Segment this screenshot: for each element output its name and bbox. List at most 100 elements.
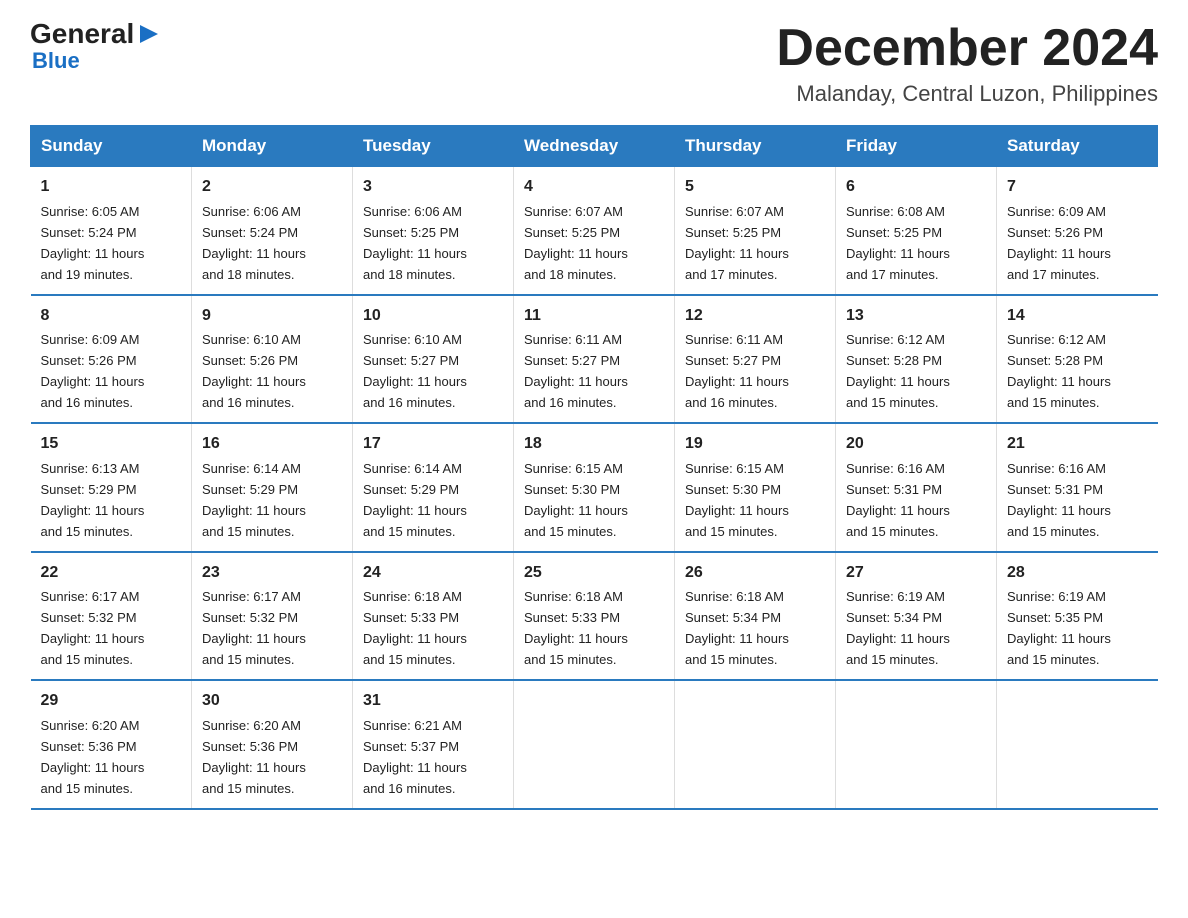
- day-sunrise: Sunrise: 6:20 AM: [202, 718, 301, 733]
- table-row: 2 Sunrise: 6:06 AM Sunset: 5:24 PM Dayli…: [192, 167, 353, 295]
- day-sunset: Sunset: 5:30 PM: [524, 482, 620, 497]
- col-wednesday: Wednesday: [514, 126, 675, 167]
- day-number: 2: [202, 175, 342, 200]
- day-sunrise: Sunrise: 6:16 AM: [846, 461, 945, 476]
- day-daylight: Daylight: 11 hoursand 19 minutes.: [41, 246, 145, 282]
- day-sunset: Sunset: 5:32 PM: [41, 610, 137, 625]
- day-daylight: Daylight: 11 hoursand 15 minutes.: [524, 631, 628, 667]
- logo: General Blue: [30, 20, 160, 72]
- day-daylight: Daylight: 11 hoursand 15 minutes.: [685, 503, 789, 539]
- day-sunrise: Sunrise: 6:10 AM: [202, 332, 301, 347]
- day-number: 18: [524, 432, 664, 457]
- day-sunset: Sunset: 5:34 PM: [685, 610, 781, 625]
- day-number: 10: [363, 304, 503, 329]
- day-daylight: Daylight: 11 hoursand 15 minutes.: [1007, 374, 1111, 410]
- table-row: 28 Sunrise: 6:19 AM Sunset: 5:35 PM Dayl…: [997, 552, 1158, 680]
- day-daylight: Daylight: 11 hoursand 16 minutes.: [202, 374, 306, 410]
- day-number: 28: [1007, 561, 1148, 586]
- day-sunset: Sunset: 5:24 PM: [41, 225, 137, 240]
- table-row: 15 Sunrise: 6:13 AM Sunset: 5:29 PM Dayl…: [31, 423, 192, 551]
- day-sunrise: Sunrise: 6:14 AM: [202, 461, 301, 476]
- logo-arrow-icon: [138, 23, 160, 45]
- day-daylight: Daylight: 11 hoursand 15 minutes.: [41, 760, 145, 796]
- day-sunset: Sunset: 5:28 PM: [1007, 353, 1103, 368]
- table-row: 30 Sunrise: 6:20 AM Sunset: 5:36 PM Dayl…: [192, 680, 353, 808]
- day-number: 4: [524, 175, 664, 200]
- col-friday: Friday: [836, 126, 997, 167]
- table-row: 27 Sunrise: 6:19 AM Sunset: 5:34 PM Dayl…: [836, 552, 997, 680]
- day-number: 19: [685, 432, 825, 457]
- table-row: 6 Sunrise: 6:08 AM Sunset: 5:25 PM Dayli…: [836, 167, 997, 295]
- day-daylight: Daylight: 11 hoursand 15 minutes.: [1007, 503, 1111, 539]
- day-number: 27: [846, 561, 986, 586]
- day-number: 17: [363, 432, 503, 457]
- calendar-week-row: 1 Sunrise: 6:05 AM Sunset: 5:24 PM Dayli…: [31, 167, 1158, 295]
- table-row: 31 Sunrise: 6:21 AM Sunset: 5:37 PM Dayl…: [353, 680, 514, 808]
- day-sunset: Sunset: 5:36 PM: [202, 739, 298, 754]
- day-daylight: Daylight: 11 hoursand 15 minutes.: [363, 631, 467, 667]
- day-number: 1: [41, 175, 182, 200]
- day-sunset: Sunset: 5:37 PM: [363, 739, 459, 754]
- day-daylight: Daylight: 11 hoursand 15 minutes.: [41, 503, 145, 539]
- day-sunset: Sunset: 5:24 PM: [202, 225, 298, 240]
- table-row: 10 Sunrise: 6:10 AM Sunset: 5:27 PM Dayl…: [353, 295, 514, 423]
- day-sunset: Sunset: 5:32 PM: [202, 610, 298, 625]
- table-row: 25 Sunrise: 6:18 AM Sunset: 5:33 PM Dayl…: [514, 552, 675, 680]
- calendar-week-row: 15 Sunrise: 6:13 AM Sunset: 5:29 PM Dayl…: [31, 423, 1158, 551]
- day-daylight: Daylight: 11 hoursand 15 minutes.: [41, 631, 145, 667]
- day-number: 16: [202, 432, 342, 457]
- col-sunday: Sunday: [31, 126, 192, 167]
- day-daylight: Daylight: 11 hoursand 17 minutes.: [1007, 246, 1111, 282]
- table-row: 13 Sunrise: 6:12 AM Sunset: 5:28 PM Dayl…: [836, 295, 997, 423]
- day-sunset: Sunset: 5:26 PM: [41, 353, 137, 368]
- day-sunrise: Sunrise: 6:11 AM: [685, 332, 783, 347]
- day-sunset: Sunset: 5:27 PM: [685, 353, 781, 368]
- day-sunrise: Sunrise: 6:15 AM: [685, 461, 784, 476]
- table-row: 1 Sunrise: 6:05 AM Sunset: 5:24 PM Dayli…: [31, 167, 192, 295]
- calendar-header-row: Sunday Monday Tuesday Wednesday Thursday…: [31, 126, 1158, 167]
- day-sunset: Sunset: 5:25 PM: [846, 225, 942, 240]
- day-daylight: Daylight: 11 hoursand 15 minutes.: [202, 631, 306, 667]
- table-row: 16 Sunrise: 6:14 AM Sunset: 5:29 PM Dayl…: [192, 423, 353, 551]
- day-sunrise: Sunrise: 6:14 AM: [363, 461, 462, 476]
- calendar-week-row: 8 Sunrise: 6:09 AM Sunset: 5:26 PM Dayli…: [31, 295, 1158, 423]
- day-number: 8: [41, 304, 182, 329]
- day-sunset: Sunset: 5:31 PM: [1007, 482, 1103, 497]
- table-row: 11 Sunrise: 6:11 AM Sunset: 5:27 PM Dayl…: [514, 295, 675, 423]
- table-row: 19 Sunrise: 6:15 AM Sunset: 5:30 PM Dayl…: [675, 423, 836, 551]
- table-row: 7 Sunrise: 6:09 AM Sunset: 5:26 PM Dayli…: [997, 167, 1158, 295]
- table-row: 14 Sunrise: 6:12 AM Sunset: 5:28 PM Dayl…: [997, 295, 1158, 423]
- day-daylight: Daylight: 11 hoursand 18 minutes.: [202, 246, 306, 282]
- calendar-location: Malanday, Central Luzon, Philippines: [776, 81, 1158, 107]
- day-sunrise: Sunrise: 6:12 AM: [1007, 332, 1106, 347]
- day-daylight: Daylight: 11 hoursand 15 minutes.: [846, 503, 950, 539]
- day-number: 14: [1007, 304, 1148, 329]
- day-sunrise: Sunrise: 6:11 AM: [524, 332, 622, 347]
- logo-general-text: General: [30, 20, 134, 48]
- col-thursday: Thursday: [675, 126, 836, 167]
- day-number: 22: [41, 561, 182, 586]
- table-row: 29 Sunrise: 6:20 AM Sunset: 5:36 PM Dayl…: [31, 680, 192, 808]
- calendar-week-row: 22 Sunrise: 6:17 AM Sunset: 5:32 PM Dayl…: [31, 552, 1158, 680]
- day-sunrise: Sunrise: 6:19 AM: [846, 589, 945, 604]
- day-sunrise: Sunrise: 6:13 AM: [41, 461, 140, 476]
- table-row: 21 Sunrise: 6:16 AM Sunset: 5:31 PM Dayl…: [997, 423, 1158, 551]
- day-sunset: Sunset: 5:33 PM: [363, 610, 459, 625]
- day-sunrise: Sunrise: 6:10 AM: [363, 332, 462, 347]
- day-sunset: Sunset: 5:29 PM: [363, 482, 459, 497]
- calendar-title: December 2024: [776, 20, 1158, 77]
- day-number: 26: [685, 561, 825, 586]
- day-number: 24: [363, 561, 503, 586]
- table-row: 4 Sunrise: 6:07 AM Sunset: 5:25 PM Dayli…: [514, 167, 675, 295]
- day-number: 3: [363, 175, 503, 200]
- day-daylight: Daylight: 11 hoursand 16 minutes.: [685, 374, 789, 410]
- day-daylight: Daylight: 11 hoursand 15 minutes.: [524, 503, 628, 539]
- table-row: 24 Sunrise: 6:18 AM Sunset: 5:33 PM Dayl…: [353, 552, 514, 680]
- day-sunrise: Sunrise: 6:20 AM: [41, 718, 140, 733]
- table-row: [514, 680, 675, 808]
- day-sunrise: Sunrise: 6:17 AM: [202, 589, 301, 604]
- day-daylight: Daylight: 11 hoursand 17 minutes.: [685, 246, 789, 282]
- day-daylight: Daylight: 11 hoursand 16 minutes.: [363, 760, 467, 796]
- day-sunset: Sunset: 5:27 PM: [524, 353, 620, 368]
- day-daylight: Daylight: 11 hoursand 18 minutes.: [524, 246, 628, 282]
